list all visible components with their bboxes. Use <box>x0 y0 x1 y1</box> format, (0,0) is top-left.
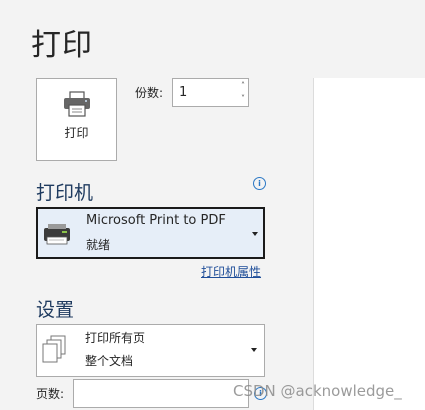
watermark: CSDN @acknowledge_ <box>233 382 402 400</box>
printer-device-icon <box>42 222 72 250</box>
pages-input[interactable] <box>73 379 249 408</box>
copies-stepper[interactable]: 1 ˄ ˅ <box>172 78 249 107</box>
print-range-dropdown[interactable]: 打印所有页 整个文档 <box>36 324 265 377</box>
settings-heading: 设置 <box>36 299 75 321</box>
pages-icon <box>42 335 68 371</box>
printer-name: Microsoft Print to PDF <box>86 213 226 228</box>
printer-properties-link[interactable]: 打印机属性 <box>201 263 261 280</box>
increment-icon[interactable]: ˄ <box>241 82 245 90</box>
print-range-line1: 打印所有页 <box>85 331 146 345</box>
print-range-line2: 整个文档 <box>85 354 134 368</box>
chevron-down-icon <box>251 348 257 352</box>
copies-value: 1 <box>179 85 188 100</box>
printer-status: 就绪 <box>86 238 111 252</box>
info-icon[interactable]: i <box>253 177 266 190</box>
printer-dropdown[interactable]: Microsoft Print to PDF 就绪 <box>36 207 265 259</box>
copies-label: 份数: <box>135 86 164 100</box>
print-button[interactable]: 打印 <box>36 78 117 161</box>
print-preview-pane <box>313 78 425 410</box>
print-button-label: 打印 <box>64 126 89 140</box>
printer-heading: 打印机 <box>36 182 94 204</box>
printer-icon <box>63 91 91 121</box>
pages-label: 页数: <box>36 387 65 401</box>
decrement-icon[interactable]: ˅ <box>241 95 245 103</box>
page-title: 打印 <box>31 28 93 63</box>
chevron-down-icon <box>252 232 258 236</box>
